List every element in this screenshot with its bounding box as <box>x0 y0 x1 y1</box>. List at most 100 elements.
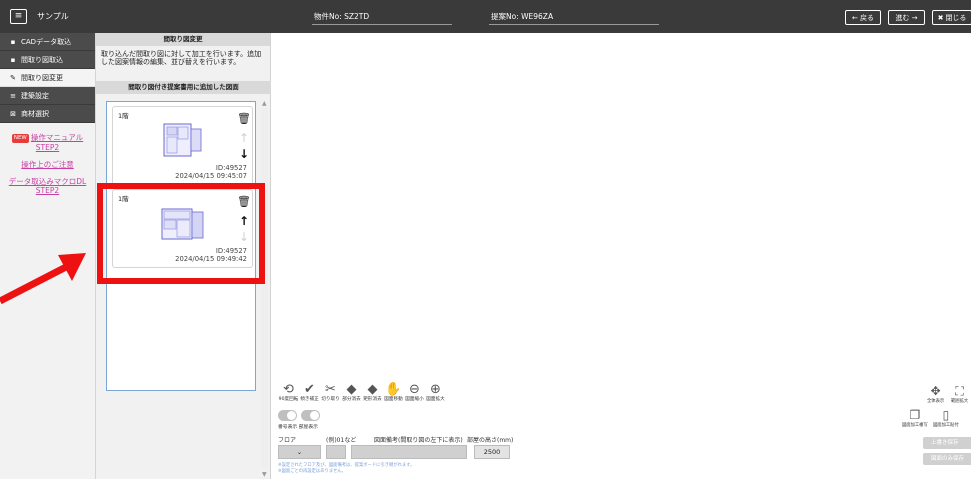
sidebar-item-cad[interactable]: ▪ CADデータ取込 <box>0 33 95 51</box>
room-display-label: 部屋表示 <box>298 425 318 430</box>
sidebar-item-floorplan-import[interactable]: ▪ 間取り図取込 <box>0 51 95 69</box>
range-zoom-button[interactable]: ⛶ 範囲拡大 <box>951 384 969 405</box>
overwrite-save-button[interactable]: 上書き保存 <box>923 437 971 449</box>
sidebar-item-label: 間取り図取込 <box>21 55 63 64</box>
clipboard-icon: ▯ <box>942 408 950 422</box>
number-display-label: 番号表示 <box>278 425 298 430</box>
forward-button[interactable]: 進む → <box>888 10 925 25</box>
number-display-toggle[interactable] <box>278 410 297 421</box>
tool-label: 部分消去 <box>342 397 361 402</box>
settings-icon: ≡ <box>10 91 16 100</box>
move-up-icon[interactable]: ↑ <box>239 132 249 144</box>
zoom-out-button[interactable]: ⊖ 図面縮小 <box>404 383 425 403</box>
close-icon: ✖ <box>937 13 944 22</box>
property-number: 物件No: SZ2TD <box>314 12 370 21</box>
macro-download-link[interactable]: データ取込みマクロDL STEP2 <box>0 177 95 195</box>
tool-label: 全体表示 <box>927 399 945 404</box>
rotate-button[interactable]: ⟲ 90度回転 <box>278 383 299 403</box>
tool-label: 図面縮小 <box>405 397 424 402</box>
save-drawing-only-button[interactable]: 図面のみ保存 <box>923 453 971 465</box>
menu-icon[interactable]: ≡ <box>10 9 27 24</box>
cad-icon: ▪ <box>10 37 16 46</box>
rotate-icon: ⟲ <box>283 382 294 397</box>
partial-erase-button[interactable]: ◆ 部分消去 <box>341 383 362 403</box>
zoom-out-icon: ⊖ <box>409 382 420 397</box>
app-title: サンプル <box>37 12 69 21</box>
move-icon: ✥ <box>930 384 941 398</box>
eraser-rect-icon: ◆ <box>367 382 378 397</box>
top-bar: ≡ サンプル 物件No: SZ2TD 提案No: WE96ZA ← 戻る 進む … <box>0 0 971 33</box>
new-badge: NEW <box>11 134 29 143</box>
property-underline <box>312 24 452 25</box>
zoom-in-icon: ⊕ <box>430 382 441 397</box>
close-label: 閉じる <box>945 13 967 22</box>
floorplan-thumbnail <box>163 123 202 157</box>
drawing-card[interactable]: 1階 🗑 ↑ ↓ ID:49527 2024/04/15 09:45:07 <box>112 106 253 185</box>
manual-link-label: 操作マニュアル STEP2 <box>30 133 84 152</box>
tool-label: 傾き補正 <box>300 397 319 402</box>
tool-label: 範囲拡大 <box>951 399 969 404</box>
room-height-label: 部屋の高さ(mm) <box>467 437 514 444</box>
sidebar-item-floorplan-edit[interactable]: ✎ 間取り図変更 <box>0 69 95 87</box>
fit-view-button[interactable]: ✥ 全体表示 <box>927 384 945 405</box>
tool-label: 図面加工複写 <box>902 423 928 428</box>
cart-icon: ⊠ <box>10 109 16 118</box>
zoom-in-button[interactable]: ⊕ 図面拡大 <box>425 383 446 403</box>
proposal-underline <box>489 24 659 25</box>
room-display-toggle[interactable] <box>301 410 320 421</box>
floor-select[interactable]: ⌄ <box>278 445 321 459</box>
sidebar-item-products[interactable]: ⊠ 商材選択 <box>0 105 95 123</box>
edit-toolbar: ⟲ 90度回転 ✔ 傾き補正 ✂ 切り取り ◆ 部分消去 ◆ 矩形消去 ✋ 図面移動 ⊖ 図面… <box>278 383 971 479</box>
chevron-down-icon: ⌄ <box>296 448 303 456</box>
sidebar-item-label: 商材選択 <box>21 109 49 118</box>
scroll-down-icon[interactable]: ▼ <box>262 471 267 478</box>
panel-title: 間取り図変更 <box>96 33 270 46</box>
pointer-arrow-icon <box>0 253 86 305</box>
floor-label: フロア <box>278 437 297 444</box>
tool-label: 図面加工貼付 <box>933 423 959 428</box>
sidebar-item-building-settings[interactable]: ≡ 建築設定 <box>0 87 95 105</box>
eraser-icon: ◆ <box>346 382 357 397</box>
check-icon: ✔ <box>304 382 315 397</box>
tool-label: 90度回転 <box>278 397 299 402</box>
pan-button[interactable]: ✋ 図面移動 <box>383 383 404 403</box>
tool-label: 図面拡大 <box>426 397 445 402</box>
scroll-up-icon[interactable]: ▲ <box>262 100 267 107</box>
back-button[interactable]: ← 戻る <box>845 10 881 25</box>
tilt-correct-button[interactable]: ✔ 傾き補正 <box>299 383 320 403</box>
proposal-number: 提案No: WE96ZA <box>491 12 554 21</box>
sidebar-item-label: 間取り図変更 <box>21 73 63 82</box>
sidebar-item-label: CADデータ取込 <box>21 37 72 46</box>
drawing-note-input[interactable] <box>351 445 467 459</box>
rect-erase-button[interactable]: ◆ 矩形消去 <box>362 383 383 403</box>
highlight-box <box>97 183 265 284</box>
expand-icon: ⛶ <box>955 384 964 398</box>
close-button[interactable]: ✖ 閉じる <box>932 10 971 25</box>
panel-description: 取り込んだ間取り図に対して加工を行います。追加した図案情報の編集、並び替えを行い… <box>101 50 262 66</box>
notes-link[interactable]: 操作上のご注意 <box>0 160 95 169</box>
copy-edit-button[interactable]: ❐ 図面加工複写 <box>902 408 928 429</box>
note-line-1: ※設定されたフロア及び、図面備考は、提案ボードに引き継がれます。 <box>278 463 415 468</box>
room-height-input[interactable]: 2500 <box>474 445 510 459</box>
tool-label: 図面移動 <box>384 397 403 402</box>
drawing-note-label: 図面備考(間取り図の左下に表示) <box>374 437 463 444</box>
hand-icon: ✋ <box>385 382 402 397</box>
paste-edit-button[interactable]: ▯ 図面加工貼付 <box>933 408 959 429</box>
move-down-icon[interactable]: ↓ <box>239 148 249 160</box>
manual-link[interactable]: NEW 操作マニュアル STEP2 <box>0 133 95 152</box>
crop-button[interactable]: ✂ 切り取り <box>320 383 341 403</box>
import-icon: ▪ <box>10 55 16 64</box>
note-line-2: ※図面ごとの再設定はありません。 <box>278 468 346 474</box>
scrollbar-track[interactable] <box>261 108 268 468</box>
list-title: 間取り図付き提案書用に追加した図面 <box>96 81 271 94</box>
copy-icon: ❐ <box>909 408 921 422</box>
trash-icon[interactable]: 🗑 <box>237 112 251 125</box>
card-floor: 1階 <box>118 112 129 120</box>
tool-label: 矩形消去 <box>363 397 382 402</box>
example-label: (例)01など <box>326 437 357 444</box>
scissors-icon: ✂ <box>325 382 336 397</box>
sidebar-item-label: 建築設定 <box>21 91 49 100</box>
edit-icon: ✎ <box>10 73 16 82</box>
floor-code-input[interactable] <box>326 445 346 459</box>
card-datetime: 2024/04/15 09:45:07 <box>175 171 247 180</box>
